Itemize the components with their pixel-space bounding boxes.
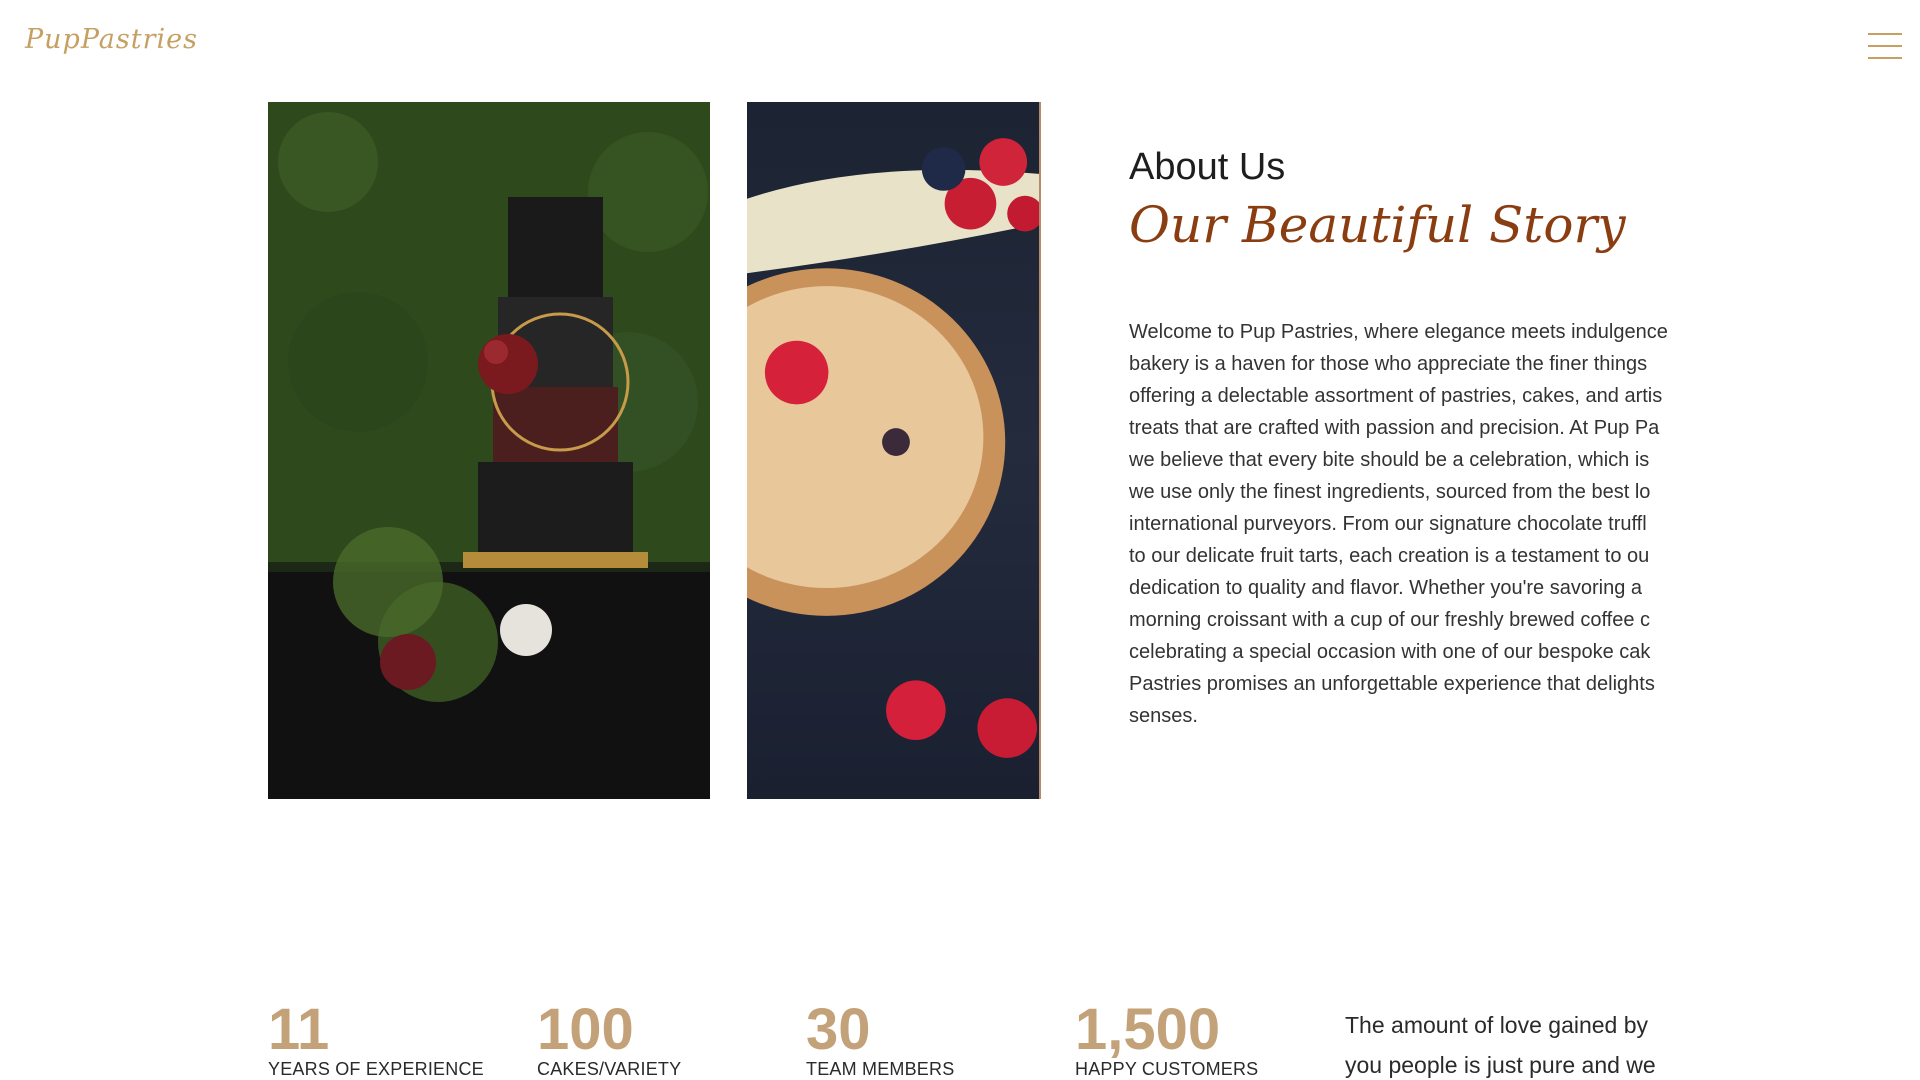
hamburger-menu-icon[interactable] bbox=[1868, 33, 1902, 59]
pie-photo bbox=[747, 102, 1041, 799]
stat-value: 30 bbox=[806, 997, 871, 1062]
about-heading: About Us bbox=[1129, 146, 1286, 188]
cake-photo bbox=[268, 102, 710, 799]
menu-bar bbox=[1868, 45, 1902, 47]
stats-quote: The amount of love gained by you people … bbox=[1345, 1012, 1656, 1078]
stat-value: 11 bbox=[268, 997, 330, 1062]
stat-label: CAKES/VARIETY bbox=[537, 1059, 682, 1079]
story-subheading: Our Beautiful Story bbox=[1129, 196, 1626, 254]
stat-customers: 1,500 HAPPY CUSTOMERS bbox=[1075, 1000, 1258, 1080]
stat-label: HAPPY CUSTOMERS bbox=[1075, 1059, 1259, 1079]
stat-label: YEARS OF EXPERIENCE bbox=[268, 1059, 484, 1079]
menu-bar bbox=[1868, 33, 1902, 35]
cake-illustration bbox=[268, 102, 710, 799]
about-paragraph: Welcome to Pup Pastries, where elegance … bbox=[1129, 321, 1668, 727]
stat-value: 100 bbox=[537, 997, 634, 1062]
stat-label: TEAM MEMBERS bbox=[806, 1059, 955, 1079]
site-logo[interactable]: PupPastries bbox=[25, 24, 198, 55]
stat-cakes: 100 CAKES/VARIETY bbox=[537, 1000, 681, 1080]
tart-illustration bbox=[747, 138, 1039, 758]
stat-years: 11 YEARS OF EXPERIENCE bbox=[268, 1000, 484, 1080]
stat-team: 30 TEAM MEMBERS bbox=[806, 1000, 954, 1080]
stat-value: 1,500 bbox=[1075, 997, 1221, 1062]
menu-bar bbox=[1868, 57, 1902, 59]
